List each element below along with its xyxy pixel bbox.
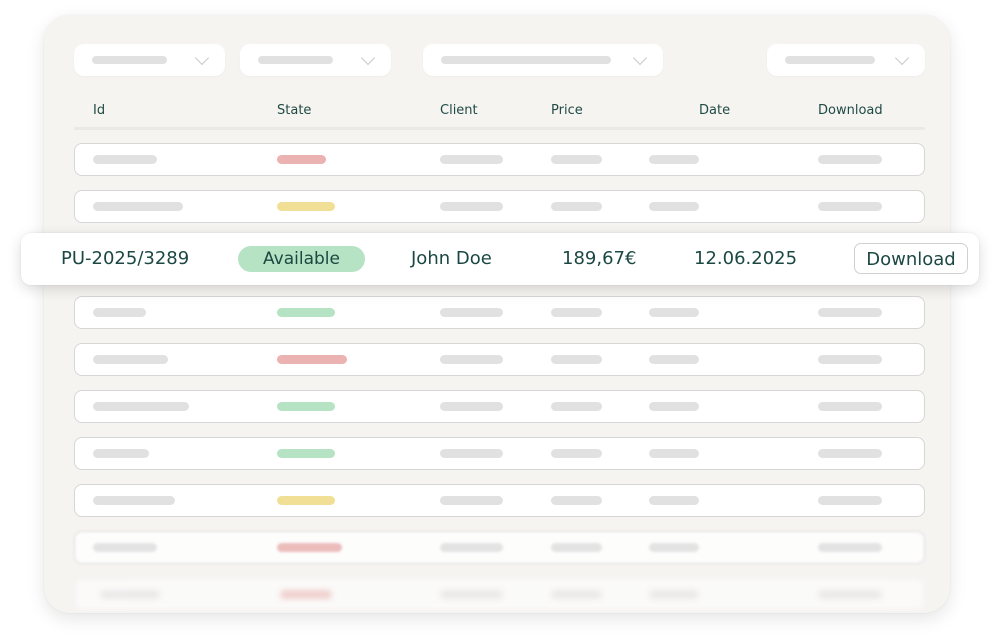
column-header-state[interactable]: State bbox=[277, 103, 311, 118]
row-date-placeholder bbox=[649, 590, 699, 599]
status-badge-available: Available bbox=[238, 246, 365, 272]
table-row[interactable] bbox=[74, 484, 925, 517]
header-divider bbox=[74, 127, 925, 130]
row-download-placeholder bbox=[818, 308, 882, 317]
row-id-placeholder bbox=[93, 543, 157, 552]
column-header-client[interactable]: Client bbox=[440, 103, 478, 118]
table-row[interactable] bbox=[74, 296, 925, 329]
row-price-placeholder bbox=[551, 202, 602, 211]
status-badge bbox=[277, 308, 335, 317]
status-badge bbox=[277, 402, 335, 411]
download-button[interactable]: Download bbox=[854, 243, 968, 274]
row-id-placeholder bbox=[100, 590, 160, 599]
chevron-down-icon bbox=[360, 50, 376, 66]
row-id-placeholder bbox=[93, 308, 146, 317]
row-id-placeholder bbox=[93, 155, 157, 164]
filter-placeholder bbox=[441, 56, 611, 64]
row-id-placeholder bbox=[93, 202, 183, 211]
row-id-placeholder bbox=[93, 449, 149, 458]
row-client-placeholder bbox=[440, 496, 503, 505]
row-client-placeholder bbox=[440, 202, 503, 211]
chevron-down-icon bbox=[894, 50, 910, 66]
row-price-placeholder bbox=[551, 590, 602, 599]
status-badge bbox=[277, 355, 347, 364]
table-row[interactable] bbox=[74, 578, 925, 611]
row-price-placeholder bbox=[551, 496, 602, 505]
column-header-id[interactable]: Id bbox=[93, 103, 105, 118]
invoice-date: 12.06.2025 bbox=[694, 248, 798, 269]
row-id-placeholder bbox=[93, 402, 189, 411]
row-date-placeholder bbox=[649, 155, 699, 164]
status-badge bbox=[277, 449, 335, 458]
table-row[interactable] bbox=[74, 143, 925, 176]
row-price-placeholder bbox=[551, 543, 602, 552]
row-id-placeholder bbox=[93, 496, 175, 505]
row-client-placeholder bbox=[440, 543, 503, 552]
table-row[interactable] bbox=[74, 390, 925, 423]
row-price-placeholder bbox=[551, 155, 602, 164]
filter-placeholder bbox=[92, 56, 167, 64]
table-row[interactable] bbox=[74, 190, 925, 223]
row-price-placeholder bbox=[551, 402, 602, 411]
filter-placeholder bbox=[785, 56, 875, 64]
filter-dropdown-4[interactable] bbox=[767, 44, 925, 76]
filter-dropdown-1[interactable] bbox=[74, 44, 225, 76]
row-date-placeholder bbox=[649, 496, 699, 505]
row-price-placeholder bbox=[551, 308, 602, 317]
row-client-placeholder bbox=[440, 308, 503, 317]
status-badge bbox=[280, 590, 332, 599]
row-client-placeholder bbox=[440, 590, 503, 599]
chevron-down-icon bbox=[194, 50, 210, 66]
row-download-placeholder bbox=[818, 590, 882, 599]
client-name: John Doe bbox=[411, 248, 492, 269]
filter-dropdown-2[interactable] bbox=[240, 44, 391, 76]
row-date-placeholder bbox=[649, 402, 699, 411]
row-download-placeholder bbox=[818, 543, 882, 552]
invoice-id: PU-2025/3289 bbox=[61, 248, 190, 269]
filter-placeholder bbox=[258, 56, 333, 64]
invoice-price: 189,67€ bbox=[562, 248, 637, 269]
filter-dropdown-search[interactable] bbox=[423, 44, 663, 76]
row-download-placeholder bbox=[818, 402, 882, 411]
row-client-placeholder bbox=[440, 402, 503, 411]
table-row[interactable] bbox=[74, 531, 925, 564]
row-price-placeholder bbox=[551, 355, 602, 364]
row-price-placeholder bbox=[551, 449, 602, 458]
row-date-placeholder bbox=[649, 308, 699, 317]
column-header-price[interactable]: Price bbox=[551, 103, 583, 118]
row-download-placeholder bbox=[818, 355, 882, 364]
column-header-download[interactable]: Download bbox=[818, 103, 883, 118]
column-header-date[interactable]: Date bbox=[699, 103, 730, 118]
row-id-placeholder bbox=[93, 355, 168, 364]
row-date-placeholder bbox=[649, 449, 699, 458]
table-row[interactable] bbox=[74, 437, 925, 470]
status-badge bbox=[277, 155, 326, 164]
row-client-placeholder bbox=[440, 449, 503, 458]
row-download-placeholder bbox=[818, 202, 882, 211]
status-badge bbox=[277, 202, 335, 211]
status-badge bbox=[277, 543, 342, 552]
row-client-placeholder bbox=[440, 155, 503, 164]
highlighted-table-row[interactable]: PU-2025/3289 Available John Doe 189,67€ … bbox=[21, 233, 979, 285]
chevron-down-icon bbox=[632, 50, 648, 66]
row-client-placeholder bbox=[440, 355, 503, 364]
row-download-placeholder bbox=[818, 155, 882, 164]
row-date-placeholder bbox=[649, 202, 699, 211]
row-date-placeholder bbox=[649, 355, 699, 364]
invoice-table-illustration: Id State Client Price Date Download PU-2… bbox=[0, 0, 1001, 639]
row-download-placeholder bbox=[818, 449, 882, 458]
row-date-placeholder bbox=[649, 543, 699, 552]
table-row[interactable] bbox=[74, 343, 925, 376]
status-badge bbox=[277, 496, 335, 505]
table-card: Id State Client Price Date Download bbox=[44, 15, 950, 613]
row-download-placeholder bbox=[818, 496, 882, 505]
